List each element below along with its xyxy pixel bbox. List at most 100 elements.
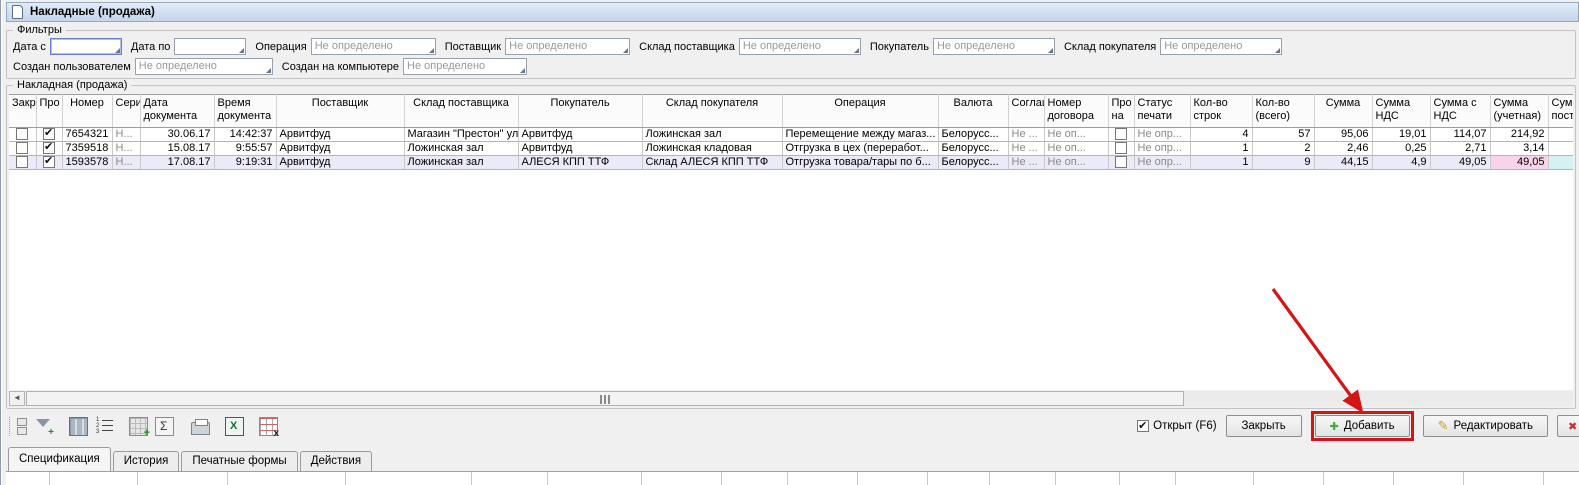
- excel-export-icon[interactable]: [225, 417, 244, 436]
- col-header-sum-accounting[interactable]: Сумма (учетная): [1490, 95, 1548, 128]
- spec-column-header[interactable]: [1056, 472, 1120, 485]
- spec-column-header[interactable]: [1394, 472, 1464, 485]
- col-header-total-count[interactable]: Кол-во (всего): [1252, 95, 1314, 128]
- posted-checkbox[interactable]: [43, 142, 55, 154]
- filter-add-icon[interactable]: [35, 417, 54, 436]
- col-header-supplier-warehouse[interactable]: Склад поставщика: [404, 95, 518, 128]
- col-header-number[interactable]: Номер: [62, 95, 112, 128]
- columns-icon[interactable]: [69, 417, 88, 436]
- cell-line-count: 1: [1190, 156, 1252, 170]
- grid-delete-icon[interactable]: [259, 417, 278, 436]
- cell-buyer-warehouse: Ложинская зал: [642, 128, 782, 142]
- add-button[interactable]: Добавить: [1315, 415, 1410, 437]
- pro-na-checkbox[interactable]: [1115, 156, 1127, 168]
- spec-column-header[interactable]: [138, 472, 228, 485]
- col-header-posted[interactable]: Про: [36, 95, 62, 128]
- tab-print-forms[interactable]: Печатные формы: [181, 451, 297, 471]
- spec-column-header[interactable]: [990, 472, 1056, 485]
- col-header-currency[interactable]: Валюта: [938, 95, 1008, 128]
- tab-actions[interactable]: Действия: [300, 451, 372, 471]
- invoice-row-selected[interactable]: 1593578 Н... 17.08.17 9:19:31 Арвитфуд Л…: [9, 156, 1573, 170]
- col-header-line-count[interactable]: Кол-во строк: [1190, 95, 1252, 128]
- bottom-tab-bar: Спецификация История Печатные формы Дейс…: [6, 447, 1579, 471]
- posted-checkbox[interactable]: [43, 156, 55, 168]
- horizontal-scrollbar[interactable]: [9, 391, 1573, 406]
- pro-na-checkbox[interactable]: [1115, 142, 1127, 154]
- col-header-supplier[interactable]: Поставщик: [276, 95, 404, 128]
- pro-na-checkbox[interactable]: [1115, 128, 1127, 140]
- edit-button[interactable]: Редактировать: [1423, 415, 1548, 437]
- open-checkbox-field[interactable]: Открыт (F6): [1137, 420, 1216, 432]
- closed-checkbox[interactable]: [16, 142, 28, 154]
- spec-column-header[interactable]: [642, 472, 722, 485]
- closed-checkbox[interactable]: [16, 156, 28, 168]
- close-button[interactable]: Закрыть: [1226, 415, 1302, 437]
- buyer-warehouse-combo[interactable]: Не определено: [1160, 38, 1282, 55]
- spec-column-header[interactable]: [472, 472, 548, 485]
- invoice-row[interactable]: 7654321 Н... 30.06.17 14:42:37 Арвитфуд …: [9, 128, 1573, 142]
- spec-column-header[interactable]: [50, 472, 138, 485]
- col-header-doc-time[interactable]: Время документа: [214, 95, 276, 128]
- col-header-sum-with-vat[interactable]: Сумма с НДС: [1430, 95, 1490, 128]
- cell-doc-time: 9:55:57: [214, 142, 276, 156]
- col-header-agreement[interactable]: Соглаш: [1008, 95, 1044, 128]
- col-header-buyer[interactable]: Покупатель: [518, 95, 642, 128]
- spec-column-header[interactable]: [6, 472, 50, 485]
- date-from-combo[interactable]: [50, 38, 122, 55]
- buyer-combo[interactable]: Не определено: [933, 38, 1055, 55]
- closed-checkbox[interactable]: [16, 128, 28, 140]
- cell-print-status: Не опр...: [1134, 128, 1190, 142]
- buyer-warehouse-label: Склад покупателя: [1064, 41, 1156, 53]
- spec-column-header[interactable]: [858, 472, 928, 485]
- cell-sum-supplier: [1548, 142, 1573, 156]
- created-by-user-combo[interactable]: Не определено: [135, 58, 273, 75]
- spec-column-header[interactable]: [1464, 472, 1544, 485]
- col-header-buyer-warehouse[interactable]: Склад покупателя: [642, 95, 782, 128]
- col-header-sum-supplier[interactable]: Сумма поста: [1548, 95, 1573, 128]
- spec-column-header[interactable]: [1254, 472, 1324, 485]
- col-header-pro-na[interactable]: Про на: [1108, 95, 1134, 128]
- print-icon[interactable]: [191, 422, 210, 435]
- created-on-computer-combo[interactable]: Не определено: [403, 58, 527, 75]
- tab-history[interactable]: История: [113, 451, 180, 471]
- spec-column-header[interactable]: [228, 472, 346, 485]
- spec-column-header[interactable]: [722, 472, 788, 485]
- spec-column-header[interactable]: [1176, 472, 1254, 485]
- numbered-list-icon[interactable]: [95, 417, 114, 436]
- scroll-left-button[interactable]: [9, 391, 25, 406]
- open-checkbox[interactable]: [1137, 420, 1149, 432]
- invoice-table: Закр Про Номер Сери Дата документа Время…: [9, 94, 1573, 170]
- spec-column-header[interactable]: [548, 472, 642, 485]
- spec-column-header[interactable]: [788, 472, 858, 485]
- col-header-sum[interactable]: Сумма: [1314, 95, 1372, 128]
- col-header-contract-number[interactable]: Номер договора: [1044, 95, 1108, 128]
- col-header-sum-vat[interactable]: Сумма НДС: [1372, 95, 1430, 128]
- structure-icon[interactable]: [9, 417, 28, 436]
- tab-specification[interactable]: Спецификация: [8, 447, 111, 471]
- spec-column-header[interactable]: [928, 472, 990, 485]
- col-header-doc-date[interactable]: Дата документа: [140, 95, 214, 128]
- supplier-warehouse-combo[interactable]: Не определено: [739, 38, 861, 55]
- cell-sum-accounting: 49,05: [1490, 156, 1548, 170]
- operation-combo[interactable]: Не определено: [311, 38, 436, 55]
- scrollbar-thumb[interactable]: [26, 391, 1184, 406]
- supplier-combo[interactable]: Не определено: [505, 38, 630, 55]
- invoice-row[interactable]: 7359518 Н... 15.08.17 9:55:57 Арвитфуд Л…: [9, 142, 1573, 156]
- col-header-closed[interactable]: Закр: [9, 95, 36, 128]
- delete-button-partial[interactable]: [1557, 415, 1579, 437]
- calculator-add-icon[interactable]: [129, 417, 148, 436]
- buyer-label: Покупатель: [870, 41, 929, 53]
- posted-checkbox[interactable]: [43, 128, 55, 140]
- spec-column-header[interactable]: [346, 472, 472, 485]
- spec-column-header[interactable]: [1544, 472, 1579, 485]
- col-header-print-status[interactable]: Статус печати: [1134, 95, 1190, 128]
- cell-sum: 2,46: [1314, 142, 1372, 156]
- spec-column-header[interactable]: [1120, 472, 1176, 485]
- cell-sum-with-vat: 2,71: [1430, 142, 1490, 156]
- spec-column-header[interactable]: [1324, 472, 1394, 485]
- col-header-operation[interactable]: Операция: [782, 95, 938, 128]
- cell-operation: Перемещение между магаз...: [782, 128, 938, 142]
- sum-sigma-icon[interactable]: [155, 417, 174, 436]
- col-header-series[interactable]: Сери: [112, 95, 140, 128]
- date-to-combo[interactable]: [174, 38, 246, 55]
